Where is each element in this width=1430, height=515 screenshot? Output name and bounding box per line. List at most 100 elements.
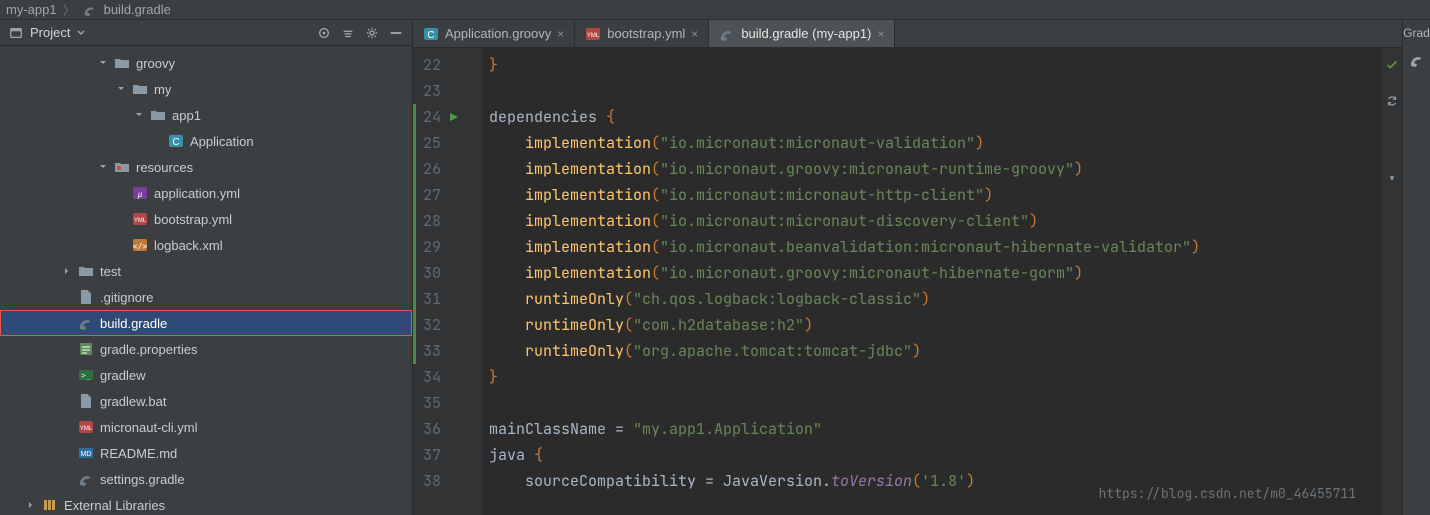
editor-gutter[interactable]: 2223242526272829303132333435363738 — [413, 48, 483, 515]
yml-icon: YML — [78, 419, 94, 435]
code-line[interactable]: } — [489, 364, 1382, 390]
gutter-line[interactable]: 34 — [413, 364, 483, 390]
tree-node[interactable]: settings.gradle — [0, 466, 412, 492]
indent-spacer — [62, 370, 72, 380]
code-line[interactable]: implementation("io.micronaut:micronaut-d… — [489, 208, 1382, 234]
code-line[interactable]: runtimeOnly("org.apache.tomcat:tomcat-jd… — [489, 338, 1382, 364]
file-icon — [78, 393, 94, 409]
gradle-icon — [82, 2, 98, 18]
svg-text:μ: μ — [137, 189, 143, 199]
tree-node[interactable]: gradle.properties — [0, 336, 412, 362]
tree-node[interactable]: groovy — [0, 50, 412, 76]
collapse-all-icon[interactable] — [340, 25, 356, 41]
code-line[interactable] — [489, 390, 1382, 416]
chevron-down-icon[interactable] — [76, 28, 86, 38]
chevron-down-icon[interactable]: ▾ — [1387, 166, 1396, 192]
expand-toggle-icon[interactable] — [98, 58, 108, 68]
code-line[interactable]: runtimeOnly("com.h2database:h2") — [489, 312, 1382, 338]
tree-node[interactable]: >_gradlew — [0, 362, 412, 388]
tree-node[interactable]: MDREADME.md — [0, 440, 412, 466]
svg-text:</>: </> — [133, 242, 148, 251]
gutter-line[interactable]: 26 — [413, 156, 483, 182]
gutter-line[interactable]: 30 — [413, 260, 483, 286]
gutter-line[interactable]: 38 — [413, 468, 483, 494]
expand-toggle-icon[interactable] — [26, 500, 36, 510]
tree-node[interactable]: YMLmicronaut-cli.yml — [0, 414, 412, 440]
inspection-stripe[interactable]: ▾ — [1382, 48, 1402, 515]
gutter-line[interactable]: 32 — [413, 312, 483, 338]
project-tool-title[interactable]: Project — [30, 25, 70, 40]
close-icon[interactable]: × — [877, 27, 884, 41]
expand-toggle-icon[interactable] — [62, 266, 72, 276]
yml-icon: YML — [585, 26, 601, 42]
code-line[interactable] — [489, 78, 1382, 104]
code-line[interactable]: implementation("io.micronaut:micronaut-v… — [489, 130, 1382, 156]
tree-node-label: gradle.properties — [100, 342, 198, 357]
breadcrumb-segment[interactable]: build.gradle — [104, 2, 171, 17]
project-tree[interactable]: groovy my app1CApplicationresourcesμapplic… — [0, 46, 412, 515]
tree-node[interactable]: External Libraries — [0, 492, 412, 515]
gutter-line[interactable]: 28 — [413, 208, 483, 234]
code-line[interactable]: sourceCompatibility = JavaVersion.toVers… — [489, 468, 1382, 494]
close-icon[interactable]: × — [691, 27, 698, 41]
expand-toggle-icon[interactable] — [98, 162, 108, 172]
indent-spacer — [62, 422, 72, 432]
tree-node[interactable]: </>logback.xml — [0, 232, 412, 258]
tree-node[interactable]: YMLbootstrap.yml — [0, 206, 412, 232]
editor-tab[interactable]: YMLbootstrap.yml× — [575, 20, 709, 47]
code-line[interactable]: dependencies { — [489, 104, 1382, 130]
expand-toggle-icon[interactable] — [116, 84, 126, 94]
tree-node-selected[interactable]: build.gradle — [0, 310, 412, 336]
gradle-icon[interactable] — [1409, 52, 1425, 71]
gutter-line[interactable]: 31 — [413, 286, 483, 312]
indent-spacer — [62, 396, 72, 406]
gutter-line[interactable]: 29 — [413, 234, 483, 260]
tree-node-label: build.gradle — [100, 316, 167, 331]
gutter-line[interactable]: 27 — [413, 182, 483, 208]
gutter-line[interactable]: 22 — [413, 52, 483, 78]
gutter-line[interactable]: 35 — [413, 390, 483, 416]
code-line[interactable]: runtimeOnly("ch.qos.logback:logback-clas… — [489, 286, 1382, 312]
gradle-icon — [78, 471, 94, 487]
tree-node[interactable]: CApplication — [0, 128, 412, 154]
gutter-line[interactable]: 37 — [413, 442, 483, 468]
breadcrumb-segment[interactable]: my-app1 — [6, 2, 57, 17]
hide-tool-window-icon[interactable] — [388, 25, 404, 41]
indent-spacer — [62, 448, 72, 458]
code-line[interactable]: } — [489, 52, 1382, 78]
code-line[interactable]: implementation("io.micronaut.groovy:micr… — [489, 156, 1382, 182]
sync-icon[interactable] — [1385, 90, 1399, 116]
gutter-line[interactable]: 25 — [413, 130, 483, 156]
tree-node[interactable]: resources — [0, 154, 412, 180]
sh-icon: >_ — [78, 367, 94, 383]
code-area[interactable]: 2223242526272829303132333435363738 } dep… — [413, 48, 1402, 515]
code-line[interactable]: implementation("io.micronaut.groovy:micr… — [489, 260, 1382, 286]
code-line[interactable]: java { — [489, 442, 1382, 468]
code-line[interactable]: mainClassName = "my.app1.Application" — [489, 416, 1382, 442]
gutter-line[interactable]: 24 — [413, 104, 483, 130]
gutter-line[interactable]: 23 — [413, 78, 483, 104]
tree-node[interactable]: my — [0, 76, 412, 102]
code-line[interactable]: implementation("io.micronaut.beanvalidat… — [489, 234, 1382, 260]
code-line[interactable]: implementation("io.micronaut:micronaut-h… — [489, 182, 1382, 208]
tree-node[interactable]: μapplication.yml — [0, 180, 412, 206]
tree-node[interactable]: .gitignore — [0, 284, 412, 310]
inspection-ok-icon — [1385, 54, 1399, 80]
select-opened-file-icon[interactable] — [316, 25, 332, 41]
gradle-toolwindow-button[interactable]: Grad — [1403, 26, 1430, 40]
close-icon[interactable]: × — [557, 27, 564, 41]
tree-node[interactable]: app1 — [0, 102, 412, 128]
groovy-c-icon: C — [423, 26, 439, 42]
tree-node[interactable]: gradlew.bat — [0, 388, 412, 414]
gutter-line[interactable]: 33 — [413, 338, 483, 364]
code-body[interactable]: } dependencies { implementation("io.micr… — [483, 48, 1382, 515]
gutter-line[interactable]: 36 — [413, 416, 483, 442]
expand-toggle-icon[interactable] — [134, 110, 144, 120]
run-gutter-icon[interactable] — [447, 110, 461, 124]
tree-node[interactable]: test — [0, 258, 412, 284]
tree-node-label: my — [154, 82, 171, 97]
editor-tab[interactable]: CApplication.groovy× — [413, 20, 575, 47]
gear-icon[interactable] — [364, 25, 380, 41]
editor-tab-active[interactable]: build.gradle (my-app1)× — [709, 20, 895, 47]
mu-icon: μ — [132, 185, 148, 201]
